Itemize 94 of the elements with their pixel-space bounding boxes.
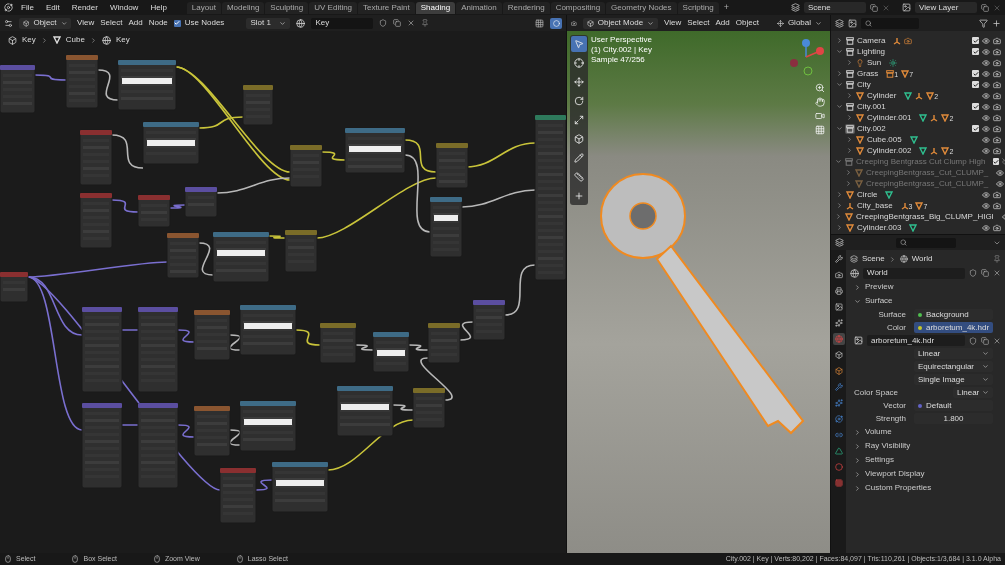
scene-field[interactable]: Scene bbox=[804, 2, 866, 13]
dropdown-field[interactable]: Linear bbox=[953, 387, 993, 398]
viewport-info-text: User Perspective bbox=[591, 35, 653, 45]
breadcrumb-item: Key bbox=[22, 34, 36, 46]
workspace-tab[interactable]: Texture Paint bbox=[358, 1, 415, 14]
panel-header[interactable]: Preview bbox=[846, 280, 1005, 294]
mode-label: Object bbox=[33, 17, 57, 29]
socket-field[interactable]: arboretum_4k.hdr bbox=[914, 322, 994, 333]
field-label: Vector bbox=[882, 399, 907, 412]
outliner-item-name[interactable]: Grass bbox=[857, 67, 879, 80]
workspace-tab[interactable]: Shading bbox=[415, 1, 456, 14]
menu-item[interactable]: Render bbox=[67, 1, 102, 14]
panel-title: Volume bbox=[865, 426, 892, 438]
dropdown-field[interactable]: Equirectangular bbox=[914, 361, 993, 372]
workspace-tab[interactable]: Compositing bbox=[550, 1, 606, 14]
outliner-item-name[interactable]: CreepingBentgrass_Big_CLUMP_HIGI bbox=[856, 210, 994, 223]
panel-title: Preview bbox=[865, 281, 894, 293]
dropdown-field[interactable]: Single Image bbox=[914, 374, 993, 385]
socket-value: arboretum_4k.hdr bbox=[926, 321, 990, 334]
dropdown-field[interactable]: Linear bbox=[914, 348, 993, 359]
node-canvas[interactable]: Key Cube Key bbox=[0, 31, 566, 553]
workspace-tab[interactable]: Sculpting bbox=[265, 1, 309, 14]
panel-header[interactable]: Volume bbox=[846, 425, 1005, 439]
menu-item[interactable]: Add bbox=[128, 17, 143, 29]
panel-header[interactable]: Viewport Display bbox=[846, 467, 1005, 481]
world-name-field[interactable]: World bbox=[863, 267, 965, 279]
outliner-item-name[interactable]: Camera bbox=[857, 34, 886, 47]
panel-header[interactable]: Surface bbox=[846, 294, 1005, 308]
orientation-dropdown[interactable]: Global bbox=[772, 17, 826, 29]
workspace-tab[interactable]: UV Editing bbox=[309, 1, 358, 14]
socket-value: Default bbox=[926, 399, 952, 412]
panel-header[interactable]: Settings bbox=[846, 453, 1005, 467]
menu-item[interactable]: Window bbox=[105, 1, 143, 14]
viewport-info-text: Sample 47/256 bbox=[591, 55, 646, 65]
menu-item[interactable]: View bbox=[77, 17, 95, 29]
menu-item[interactable]: Add bbox=[715, 17, 730, 29]
outliner-item-name[interactable]: City.001 bbox=[857, 100, 886, 113]
breadcrumb-item: Scene bbox=[862, 253, 885, 265]
panel-title: Ray Visibility bbox=[865, 440, 911, 452]
outliner-item-name[interactable]: Cylinder.001 bbox=[867, 111, 912, 124]
outliner-item-name[interactable]: Cube.005 bbox=[867, 133, 902, 146]
use-nodes-checkbox[interactable]: Use Nodes bbox=[173, 17, 225, 29]
outliner-item-name[interactable]: City_base bbox=[857, 199, 893, 212]
render-photo-placeholder[interactable]: User Perspective (1) City.002 | Key Sample 47/256 bbox=[567, 31, 830, 553]
socket-field[interactable]: Default bbox=[914, 400, 993, 411]
menu-item[interactable]: Select bbox=[687, 17, 710, 29]
menu-item[interactable]: File bbox=[17, 1, 38, 14]
outliner-item-name[interactable]: Cylinder.002 bbox=[867, 144, 912, 157]
panel-header[interactable]: Ray Visibility bbox=[846, 439, 1005, 453]
workspace-tab[interactable]: Layout bbox=[186, 1, 221, 14]
menu-item[interactable]: Select bbox=[100, 17, 123, 29]
slot-dropdown[interactable]: Slot 1 bbox=[246, 17, 291, 29]
menu-item[interactable]: Edit bbox=[41, 1, 64, 14]
field-label: Color bbox=[885, 321, 907, 334]
material-name-field[interactable]: Key bbox=[311, 17, 374, 29]
field-label: Surface bbox=[877, 308, 907, 321]
socket-field[interactable]: Background bbox=[914, 309, 993, 320]
workspace-tab[interactable]: Modeling bbox=[221, 1, 265, 14]
outliner-item-name[interactable]: City.002 bbox=[857, 122, 886, 135]
breadcrumb-item: Cube bbox=[65, 34, 85, 46]
orientation-label: Global bbox=[787, 17, 811, 29]
outliner-item-name[interactable]: City bbox=[857, 78, 871, 91]
mode-label: Object Mode bbox=[597, 17, 644, 29]
panel-title: Viewport Display bbox=[865, 468, 925, 480]
field-label: Color Space bbox=[853, 386, 900, 399]
image-name-field[interactable]: arboretum_4k.hdr bbox=[867, 335, 965, 346]
breadcrumb-item: Key bbox=[115, 34, 130, 46]
socket-value: Background bbox=[926, 308, 969, 321]
menu-item[interactable]: Help bbox=[146, 1, 171, 14]
panel-title: Custom Properties bbox=[865, 482, 932, 494]
outliner-item-name[interactable]: Cylinder.003 bbox=[857, 221, 902, 234]
menu-item[interactable]: Object bbox=[735, 17, 759, 29]
panel-title: Settings bbox=[865, 454, 894, 466]
workspace-tab[interactable]: Scripting bbox=[677, 1, 719, 14]
panel-header[interactable]: Custom Properties bbox=[846, 481, 1005, 495]
view-layer-field[interactable]: View Layer bbox=[915, 2, 977, 13]
outliner-item-name[interactable]: Sun bbox=[867, 56, 882, 69]
field-label: Strength bbox=[874, 412, 907, 425]
viewport-info-text: (1) City.002 | Key bbox=[591, 45, 653, 55]
number-field[interactable]: 1.800 bbox=[914, 413, 993, 424]
panel-title: Surface bbox=[865, 295, 893, 307]
outliner-item-name[interactable]: Circle bbox=[857, 188, 878, 201]
menu-item[interactable]: Node bbox=[148, 17, 168, 29]
slot-label: Slot 1 bbox=[250, 17, 271, 29]
mode-dropdown[interactable]: Object Mode bbox=[582, 17, 659, 29]
mode-dropdown[interactable]: Object bbox=[19, 17, 71, 29]
menu-item[interactable]: View bbox=[664, 17, 682, 29]
workspace-tab[interactable]: Geometry Nodes bbox=[606, 1, 677, 14]
workspace-tab[interactable]: Rendering bbox=[502, 1, 550, 14]
breadcrumb-item: World bbox=[911, 253, 933, 265]
workspace-tab[interactable]: Animation bbox=[456, 1, 502, 14]
outliner-item-name[interactable]: Lighting bbox=[857, 45, 886, 58]
outliner-item-name[interactable]: Cylinder bbox=[867, 89, 897, 102]
add-workspace-button[interactable]: + bbox=[719, 0, 733, 15]
